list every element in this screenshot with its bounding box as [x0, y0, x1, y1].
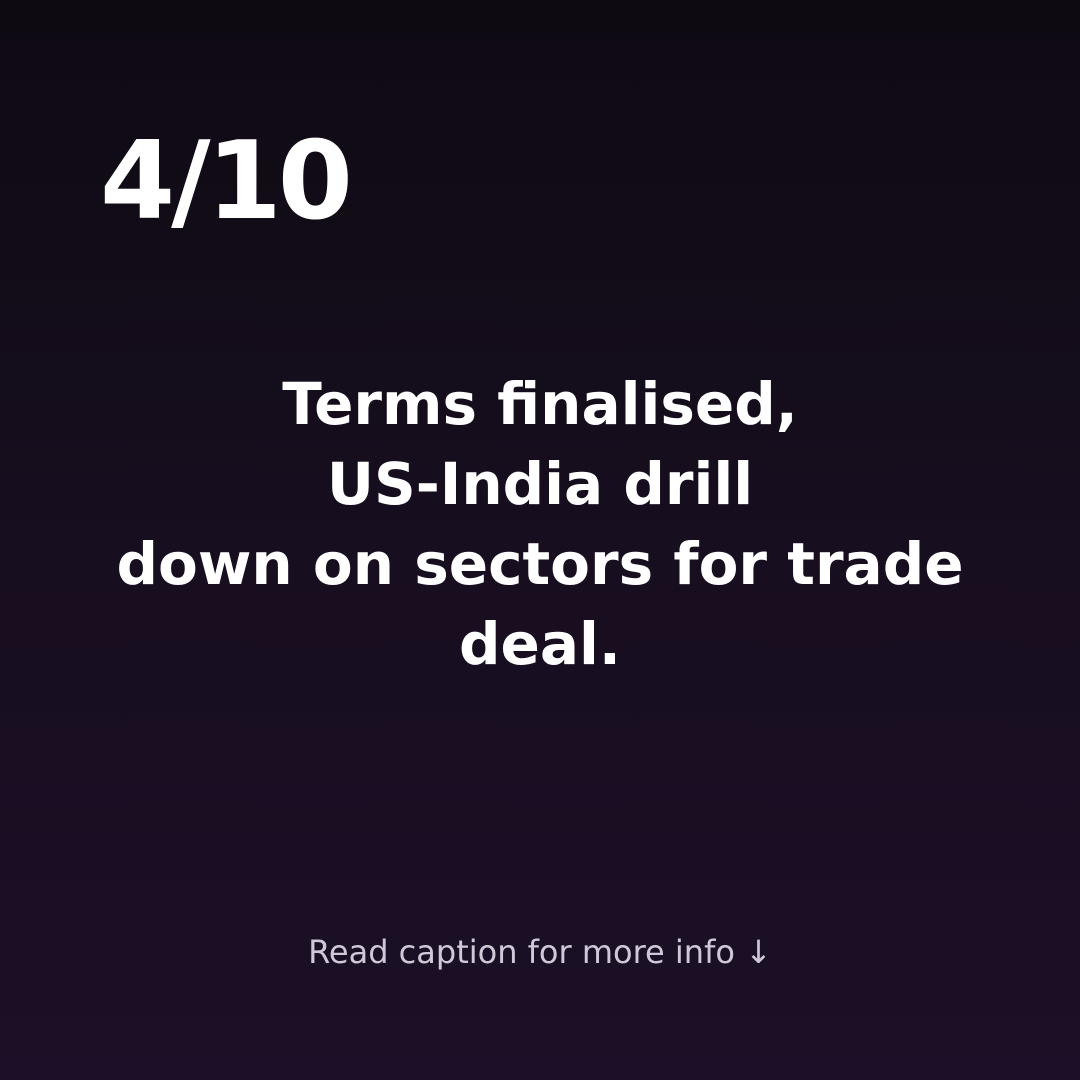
headline-line-3: down on sectors for trade: [116, 530, 964, 598]
headline-line-4: deal.: [459, 610, 621, 678]
headline-line-2: US-India drill: [326, 450, 754, 518]
headline-line-1: Terms finalised,: [282, 370, 798, 438]
headline: Terms finalised, US-India drill down on …: [90, 364, 990, 684]
read-caption-note: Read caption for more info ↓: [308, 933, 772, 971]
slide-counter: 4/10: [100, 119, 353, 244]
